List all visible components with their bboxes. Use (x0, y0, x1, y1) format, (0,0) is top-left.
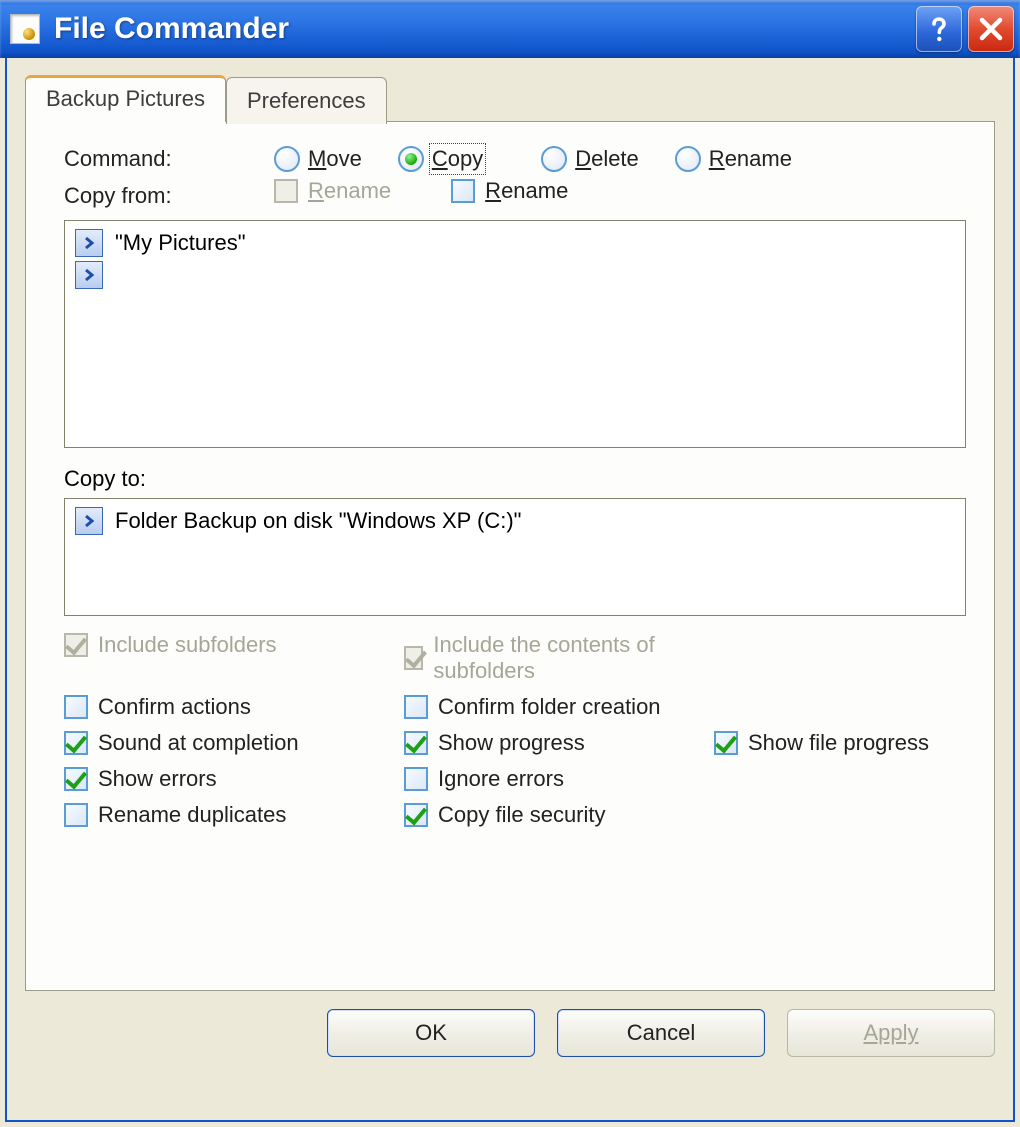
radio-dot-icon (398, 146, 424, 172)
checkbox-icon (64, 731, 88, 755)
title-bar: File Commander (0, 0, 1020, 58)
radio-copy[interactable]: Copy (398, 146, 483, 172)
checkbox-icon (404, 731, 428, 755)
checkbox-icon (64, 767, 88, 791)
options-grid: Include subfolders Include the contents … (64, 632, 966, 838)
path-picker-button[interactable] (75, 229, 103, 257)
help-icon (925, 15, 953, 43)
check-confirm-actions[interactable]: Confirm actions (64, 694, 251, 720)
tab-preferences[interactable]: Preferences (226, 77, 387, 124)
path-picker-button[interactable] (75, 261, 103, 289)
radio-dot-icon (274, 146, 300, 172)
checkbox-icon (404, 803, 428, 827)
chevron-right-icon (82, 514, 96, 528)
check-show-errors[interactable]: Show errors (64, 766, 217, 792)
command-row: Command: Move Copy Delete Rename (64, 146, 966, 172)
copy-from-row: Copy from: Rename Rename (64, 178, 966, 214)
tab-strip: Backup Pictures Preferences (25, 74, 995, 121)
copy-to-label: Copy to: (64, 466, 966, 492)
radio-rename[interactable]: Rename (675, 146, 792, 172)
dialog-buttons: OK Cancel Apply (25, 1009, 995, 1057)
check-show-progress[interactable]: Show progress (404, 730, 585, 756)
checkbox-icon (404, 646, 423, 670)
checkbox-icon (64, 633, 88, 657)
check-include-subfolders: Include subfolders (64, 632, 277, 658)
help-button[interactable] (916, 6, 962, 52)
checkbox-icon (451, 179, 475, 203)
checkbox-icon (404, 767, 428, 791)
cancel-button[interactable]: Cancel (557, 1009, 765, 1057)
checkbox-icon (274, 179, 298, 203)
window-title: File Commander (54, 12, 910, 46)
app-icon (10, 14, 40, 44)
radio-delete[interactable]: Delete (541, 146, 639, 172)
list-item[interactable]: "My Pictures" (75, 229, 955, 257)
chevron-right-icon (82, 236, 96, 250)
tab-page: Command: Move Copy Delete Rename Copy fr… (25, 121, 995, 991)
path-text: "My Pictures" (115, 230, 246, 256)
close-button[interactable] (968, 6, 1014, 52)
path-text: Folder Backup on disk "Windows XP (C:)" (115, 508, 521, 534)
check-ignore-errors[interactable]: Ignore errors (404, 766, 564, 792)
radio-dot-icon (541, 146, 567, 172)
checkbox-icon (64, 695, 88, 719)
ok-button[interactable]: OK (327, 1009, 535, 1057)
client-area: Backup Pictures Preferences Command: Mov… (5, 58, 1015, 1122)
check-sound-at-completion[interactable]: Sound at completion (64, 730, 299, 756)
radio-dot-icon (675, 146, 701, 172)
check-rename-from-disabled: Rename (274, 178, 391, 204)
check-copy-file-security[interactable]: Copy file security (404, 802, 606, 828)
check-rename-duplicates[interactable]: Rename duplicates (64, 802, 286, 828)
checkbox-icon (714, 731, 738, 755)
chevron-right-icon (82, 268, 96, 282)
close-icon (978, 16, 1004, 42)
check-include-contents-subfolders: Include the contents of subfolders (404, 632, 686, 684)
check-show-file-progress[interactable]: Show file progress (714, 730, 929, 756)
radio-move[interactable]: Move (274, 146, 362, 172)
copy-to-list[interactable]: Folder Backup on disk "Windows XP (C:)" (64, 498, 966, 616)
check-rename-from[interactable]: Rename (451, 178, 568, 204)
list-item[interactable] (75, 261, 955, 289)
command-label: Command: (64, 146, 274, 172)
list-item[interactable]: Folder Backup on disk "Windows XP (C:)" (75, 507, 955, 535)
checkbox-icon (404, 695, 428, 719)
copy-from-label: Copy from: (64, 183, 274, 209)
tab-backup-pictures[interactable]: Backup Pictures (25, 75, 226, 122)
apply-button: Apply (787, 1009, 995, 1057)
path-picker-button[interactable] (75, 507, 103, 535)
check-confirm-folder-creation[interactable]: Confirm folder creation (404, 694, 661, 720)
checkbox-icon (64, 803, 88, 827)
copy-from-list[interactable]: "My Pictures" (64, 220, 966, 448)
